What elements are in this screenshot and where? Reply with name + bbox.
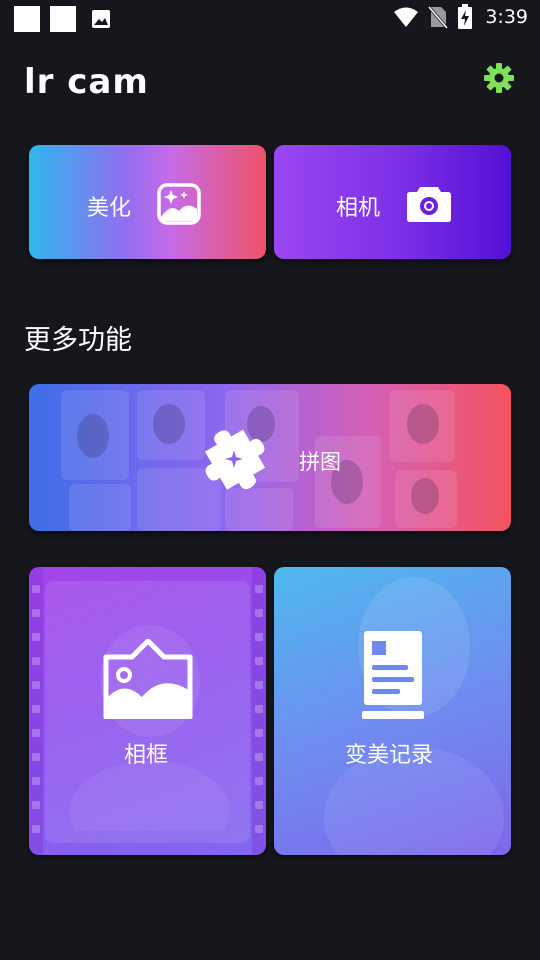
picture-frame-icon	[103, 639, 193, 719]
collage-card[interactable]: 拼图	[29, 384, 511, 531]
section-title: 更多功能	[24, 325, 132, 356]
status-time: 3:39	[485, 6, 528, 28]
frame-card[interactable]: 相框	[29, 567, 266, 855]
photo-sparkle-icon	[157, 183, 201, 225]
collage-label: 拼图	[299, 450, 341, 474]
beautify-card[interactable]: 美化	[29, 145, 266, 259]
notification-square-icon	[50, 6, 76, 32]
frame-label: 相框	[124, 743, 169, 768]
history-card[interactable]: 变美记录	[274, 567, 511, 855]
no-sim-icon	[428, 6, 449, 29]
status-bar: 3:39	[0, 0, 540, 36]
wifi-icon	[394, 7, 419, 27]
camera-icon	[407, 187, 451, 222]
document-icon	[362, 631, 424, 719]
puzzle-icon	[204, 429, 266, 490]
film-strip-left	[29, 567, 43, 855]
film-strip-right	[252, 567, 266, 855]
notification-square-icon	[14, 6, 40, 32]
status-bar-system: 3:39	[393, 4, 528, 30]
camera-card[interactable]: 相机	[274, 145, 511, 259]
history-label: 变美记录	[345, 743, 434, 768]
camera-label: 相机	[336, 196, 381, 221]
gear-icon[interactable]	[483, 62, 515, 94]
beautify-label: 美化	[87, 196, 132, 221]
image-icon	[92, 10, 110, 28]
battery-charging-icon	[458, 4, 473, 29]
app-title: lr cam	[24, 62, 149, 102]
status-bar-notifications	[14, 6, 112, 32]
